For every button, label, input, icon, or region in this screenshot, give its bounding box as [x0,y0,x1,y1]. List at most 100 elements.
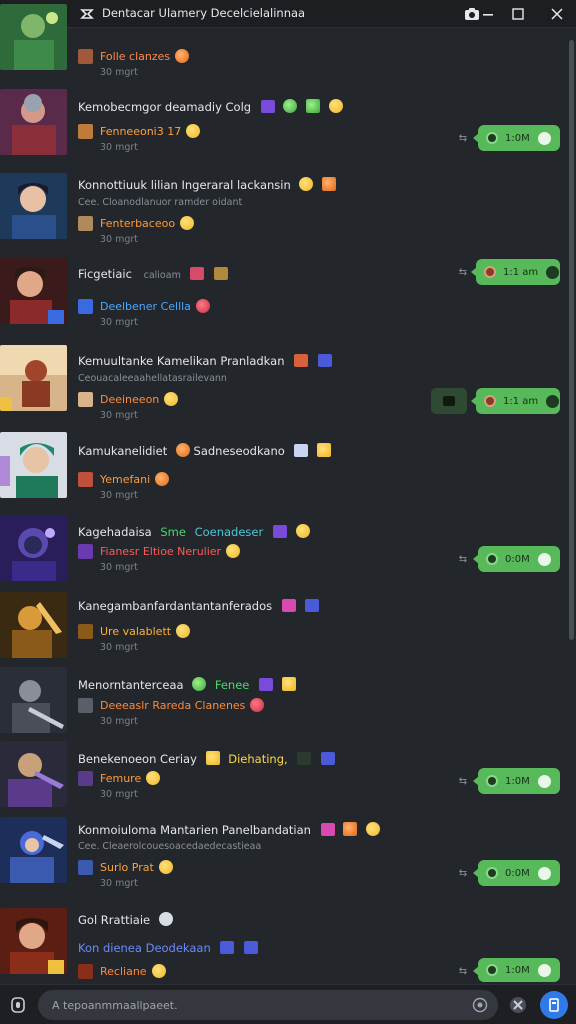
message-text: Konnottiuuk lilian Ingeraral lackansin [78,177,337,192]
emoji-icon [186,124,201,138]
message-author[interactable]: Ure valablett [78,622,191,640]
avatar[interactable] [0,741,67,807]
smile-icon [537,552,551,566]
message-author[interactable]: Surlo Prat [78,858,173,876]
emoji-icon[interactable] [468,993,492,1017]
badge-icon [294,354,309,367]
reply-icon[interactable]: ⇆ [456,267,470,279]
badge-icon [220,941,235,954]
avatar[interactable] [0,667,67,733]
reaction-bubble[interactable]: 1:1 am [471,259,560,285]
message-text: Kemobecmgor deamadiy Colg [78,99,343,114]
badge-icon [297,752,312,765]
maximize-icon[interactable] [508,4,528,24]
mention[interactable]: Fenee [215,678,250,692]
avatar[interactable] [0,4,67,70]
timestamp: 30 mgrt [100,562,139,573]
reply-icon[interactable]: ⇆ [456,966,470,978]
attachment-icon[interactable] [4,991,32,1019]
bubble-text: 1:0M [505,964,530,976]
avatar[interactable] [0,89,67,155]
message-author[interactable]: Deelbener Cellla [78,297,210,315]
timestamp: 30 mgrt [100,716,139,727]
mini-avatar [78,770,93,786]
timestamp: 30 mgrt [100,878,139,889]
reaction-bubble[interactable]: 1:0M [473,958,560,982]
reaction-bubble[interactable]: 1:0M [473,125,560,151]
message-author[interactable]: Folle clanzes [78,47,190,65]
avatar[interactable] [0,173,67,239]
reply-icon[interactable]: ⇆ [456,868,470,880]
username: Deeineeon [100,392,160,406]
badge-icon [305,599,320,612]
window-title: Dentacar Ulamery Decelcielalinnaa [102,6,306,20]
emoji-icon [250,698,265,712]
message-subtext: Cee. Cloanodlanuor ramder oidant [78,197,243,208]
message-text-link[interactable]: Kon dienea Deodekaan [78,941,259,955]
emoji-icon [151,964,166,978]
message-subtext: Ceouacaleeaahellatasrailevann [78,373,227,384]
avatar[interactable] [0,515,67,581]
timestamp: 30 mgrt [100,234,139,245]
reply-icon[interactable]: ⇆ [456,554,470,566]
avatar[interactable] [0,258,67,324]
reply-icon[interactable]: ⇆ [456,133,470,145]
scrollbar-thumb[interactable] [569,40,574,640]
message-author[interactable]: Fianesr Eltioe Nerulier [78,542,241,560]
reaction-chip[interactable] [431,388,467,414]
mention[interactable]: Diehating, [228,752,287,766]
badge-icon [281,599,296,612]
emoji-icon [226,544,241,558]
mention[interactable]: Coenadeser [195,525,264,539]
game-controller-icon[interactable] [504,991,532,1019]
message-author[interactable]: Deeineeon [78,390,179,408]
send-icon[interactable] [540,991,568,1019]
message-input[interactable] [38,990,498,1020]
avatar[interactable] [0,345,67,411]
reaction-bubble[interactable]: 0:0M [473,546,560,572]
badge-icon [320,823,335,836]
username: Folle clanzes [100,49,171,63]
message-author[interactable]: Recliane [78,962,166,980]
emoji-icon [299,177,314,191]
message-body: Konnottiuuk lilian Ingeraral lackansin [78,178,291,192]
avatar[interactable] [0,817,67,883]
message-composer [0,984,576,1024]
bubble-text: 1:0M [505,775,530,787]
avatar[interactable] [0,592,67,658]
message-text: Kemuultanke Kamelikan Pranladkan [78,354,332,368]
reaction-bubble[interactable]: 0:0M [473,860,560,886]
message-author[interactable]: Deeeaslr Rareda Clanenes [78,696,265,714]
message-text: Menorntanterceaa Fenee [78,677,296,692]
reaction-bubble[interactable]: 1:1 am [471,388,560,414]
message-author[interactable]: Fenterbaceoo [78,214,195,232]
timestamp: 30 mgrt [100,142,139,153]
message-body: Ficgetiaic [78,267,132,281]
mini-avatar [78,859,93,875]
minimize-icon[interactable] [478,4,498,24]
reply-icon[interactable]: ⇆ [456,776,470,788]
emoji-icon [195,299,210,313]
mention[interactable]: Sme [160,525,186,539]
username: Fenneeoni3 17 [100,124,182,138]
emoji-icon [328,99,343,113]
reaction-bubble[interactable]: 1:0M [473,768,560,794]
emoji-icon [443,396,455,406]
emoji-icon [306,99,321,113]
emoji-icon [317,443,332,457]
message-author[interactable]: Yemefani [78,470,170,488]
mini-avatar [78,963,93,979]
username: Surlo Prat [100,860,154,874]
close-icon[interactable] [547,4,567,24]
message-body: Kemuultanke Kamelikan Pranladkan [78,354,285,368]
message-author[interactable]: Femure [78,769,161,787]
avatar[interactable] [0,432,67,498]
message-text: Kamukanelidiet Sadneseodkano [78,443,332,458]
emoji-icon [365,822,380,836]
message-body: Kemobecmgor deamadiy Colg [78,100,252,114]
message-body: Benekenoeon Ceriay [78,752,197,766]
message-body-extra: Sadneseodkano [193,444,285,458]
avatar[interactable] [0,908,67,974]
mini-avatar [78,471,93,487]
message-author[interactable]: Fenneeoni3 17 [78,122,201,140]
